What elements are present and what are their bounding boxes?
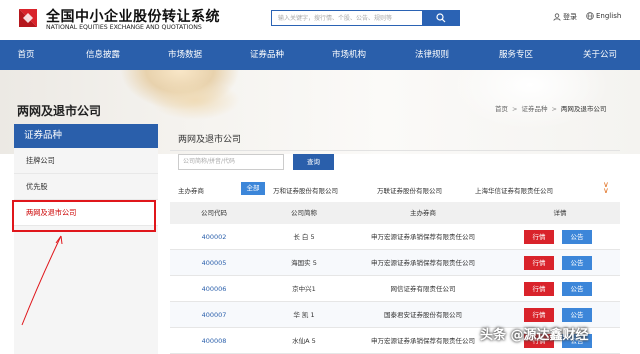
filter-all-button[interactable]: 全部 xyxy=(241,182,265,195)
broker-name: 网信证券有限责任公司 xyxy=(390,285,456,293)
table-row: 400002 长 白 5 申万宏源证券承销保荐有限责任公司 行情 公告 xyxy=(170,224,620,250)
globe-icon xyxy=(586,12,594,20)
company-search-input[interactable]: 公司简称/拼音/代码 xyxy=(178,154,284,170)
quote-button[interactable]: 行情 xyxy=(524,308,554,322)
nav-item-services[interactable]: 服务专区 xyxy=(486,40,546,70)
quote-button[interactable]: 行情 xyxy=(524,230,554,244)
filter-option[interactable]: 万联证券股份有限公司 xyxy=(377,185,442,195)
notice-button[interactable]: 公告 xyxy=(562,282,592,296)
company-code[interactable]: 400008 xyxy=(170,328,258,354)
broker-filter-label: 主办券商 xyxy=(178,187,204,195)
notice-button[interactable]: 公告 xyxy=(562,308,592,322)
panel-title: 两网及退市公司 xyxy=(178,135,242,145)
notice-button[interactable]: 公告 xyxy=(562,256,592,270)
nav-item-home[interactable]: 首页 xyxy=(0,40,52,70)
divider xyxy=(170,150,620,151)
nav-item-institutions[interactable]: 市场机构 xyxy=(319,40,379,70)
company-name: 华 凯 1 xyxy=(293,311,315,319)
sidebar: 证券品种 挂牌公司 优先股 两网及退市公司 xyxy=(14,124,158,354)
column-header-code: 公司代码 xyxy=(201,209,227,217)
nav-item-market-data[interactable]: 市场数据 xyxy=(155,40,215,70)
table-row: 400006 京中兴1 网信证券有限责任公司 行情 公告 xyxy=(170,276,620,302)
filter-option[interactable]: 万和证券股份有限公司 xyxy=(273,185,338,195)
nav-item-disclosure[interactable]: 信息披露 xyxy=(73,40,133,70)
highlight-box xyxy=(12,200,156,232)
language-label: English xyxy=(596,12,622,20)
breadcrumb-securities[interactable]: 证券品种 xyxy=(521,105,547,113)
broker-name: 申万宏源证券承销保荐有限责任公司 xyxy=(371,259,475,267)
company-name: 长 白 5 xyxy=(293,233,315,241)
user-icon xyxy=(553,13,561,21)
site-subtitle: NATIONAL EQUITIES EXCHANGE AND QUOTATION… xyxy=(46,24,202,31)
language-switch[interactable]: English xyxy=(586,12,621,20)
login-link[interactable]: 登录 xyxy=(553,12,577,22)
search-input[interactable] xyxy=(272,11,420,25)
global-search xyxy=(271,10,460,26)
company-name: 水仙A 5 xyxy=(292,337,316,345)
company-code[interactable]: 400005 xyxy=(170,250,258,276)
breadcrumb-current: 两网及退市公司 xyxy=(560,105,607,113)
company-code[interactable]: 400002 xyxy=(170,224,258,250)
column-header-broker: 主办券商 xyxy=(410,209,436,217)
top-header: 全国中小企业股份转让系统 NATIONAL EQUITIES EXCHANGE … xyxy=(0,0,640,40)
page-heading: 两网及退市公司 xyxy=(17,104,102,118)
expand-filters-icon[interactable]: ∨ ∨ xyxy=(603,181,609,195)
nav-item-rules[interactable]: 法律规则 xyxy=(402,40,462,70)
company-name: 海国实 5 xyxy=(291,259,317,267)
watermark: 头条 @源达鑫财经 xyxy=(480,328,589,343)
search-button[interactable] xyxy=(422,10,460,26)
search-icon xyxy=(436,13,446,23)
company-code[interactable]: 400007 xyxy=(170,302,258,328)
broker-name: 申万宏源证券承销保荐有限责任公司 xyxy=(371,337,475,345)
query-button[interactable]: 查询 xyxy=(293,154,334,170)
quote-button[interactable]: 行情 xyxy=(524,256,554,270)
column-header-details: 详情 xyxy=(553,209,567,217)
neeq-logo-icon[interactable] xyxy=(16,6,40,30)
site-title[interactable]: 全国中小企业股份转让系统 xyxy=(46,6,220,26)
sidebar-title: 证券品种 xyxy=(14,124,158,148)
column-header-name: 公司简称 xyxy=(291,209,317,217)
broker-name: 申万宏源证券承销保荐有限责任公司 xyxy=(371,233,475,241)
nav-item-about[interactable]: 关于公司 xyxy=(570,40,630,70)
sidebar-item-listed[interactable]: 挂牌公司 xyxy=(14,148,158,174)
filter-option[interactable]: 上海华信证券有限责任公司 xyxy=(475,185,553,195)
main-nav: 首页 信息披露 市场数据 证券品种 市场机构 法律规则 服务专区 关于公司 xyxy=(0,40,640,70)
sidebar-item-preferred[interactable]: 优先股 xyxy=(14,174,158,200)
table-header: 公司代码 公司简称 主办券商 详情 xyxy=(170,202,620,224)
table-row: 400005 海国实 5 申万宏源证券承销保荐有限责任公司 行情 公告 xyxy=(170,250,620,276)
breadcrumb-home[interactable]: 首页 xyxy=(495,105,508,113)
nav-item-securities[interactable]: 证券品种 xyxy=(237,40,297,70)
company-code[interactable]: 400006 xyxy=(170,276,258,302)
breadcrumb: 首页 > 证券品种 > 两网及退市公司 xyxy=(495,105,607,113)
broker-name: 国泰君安证券股份有限公司 xyxy=(384,311,462,319)
login-label: 登录 xyxy=(563,13,577,21)
quote-button[interactable]: 行情 xyxy=(524,282,554,296)
company-name: 京中兴1 xyxy=(292,285,316,293)
main-panel: 两网及退市公司 公司简称/拼音/代码 查询 主办券商 全部 万和证券股份有限公司… xyxy=(170,124,620,354)
notice-button[interactable]: 公告 xyxy=(562,230,592,244)
